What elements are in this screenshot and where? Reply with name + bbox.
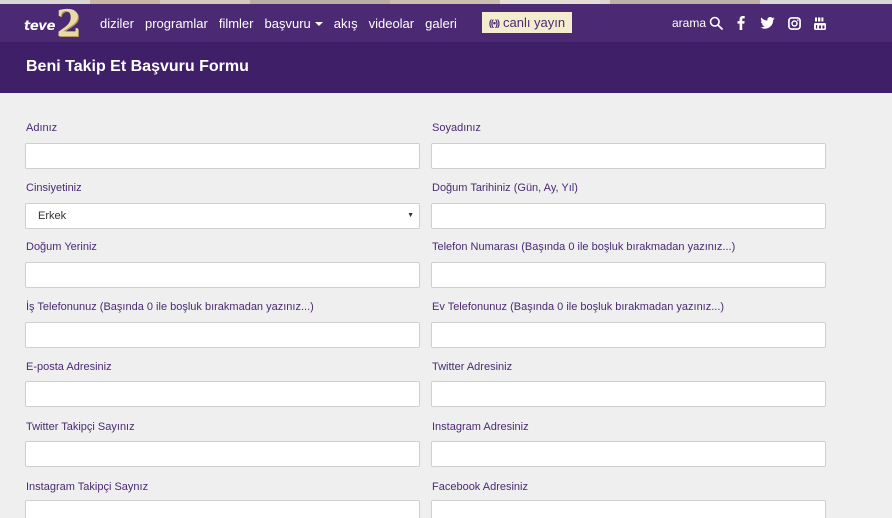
search-label: arama [672,16,707,30]
last-name-field[interactable] [431,143,826,169]
live-stream-label: canlı yayın [502,15,566,30]
instagram-icon [787,16,801,30]
logo-word: teve [24,19,56,34]
nav-item-videolar[interactable]: videolar [369,16,415,31]
last-name-label: Soyadınız [432,122,481,134]
search-link[interactable]: arama [672,4,723,42]
logo-number: 2 [56,3,82,45]
instagram-followers-label: Instagram Takipçi Saynız [26,481,149,493]
page-title: Beni Takip Et Başvuru Formu [26,58,249,75]
twitter-address-label: Twitter Adresiniz [432,361,513,373]
teve2-logo[interactable]: teve 2 [24,3,82,45]
home-phone-label: Ev Telefonunuz (Başında 0 ile boşluk bır… [432,301,725,313]
gender-label: Cinsiyetiniz [26,182,82,194]
nav-item-diziler[interactable]: diziler [100,16,134,31]
email-label: E-posta Adresiniz [26,361,112,373]
page-title-bar: Beni Takip Et Başvuru Formu [0,42,892,93]
twitter-followers-label: Twitter Takipçi Sayınız [26,421,135,433]
birth-place-field[interactable] [25,262,420,288]
gender-selected-value: Erkek [38,210,67,222]
instagram-link[interactable] [785,4,803,42]
broadcast-icon: ((•)) [488,17,500,28]
work-phone-field[interactable] [25,322,420,348]
chevron-down-icon [314,21,323,26]
gender-select[interactable]: Erkek ▼ [25,203,420,229]
twitter-address-field[interactable] [431,381,826,407]
twitter-followers-field[interactable] [25,441,420,467]
twitter-icon [759,17,775,29]
phone-field[interactable] [431,262,826,288]
first-name-label: Adınız [26,122,58,134]
birth-place-label: Doğum Yeriniz [26,241,97,253]
instagram-address-label: Instagram Adresiniz [432,421,529,433]
nav-item-galeri[interactable]: galeri [425,16,457,31]
nav-item-filmler[interactable]: filmler [219,16,254,31]
first-name-field[interactable] [25,143,420,169]
live-stream-button[interactable]: ((•)) canlı yayın [482,12,572,33]
twitter-link[interactable] [758,4,776,42]
nav-item-akis[interactable]: akış [334,16,358,31]
birth-date-field[interactable] [431,203,826,229]
email-field[interactable] [25,381,420,407]
home-phone-field[interactable] [431,322,826,348]
facebook-link[interactable] [732,4,750,42]
facebook-address-label: Facebook Adresiniz [432,481,528,493]
main-nav: diziler programlar filmler başvuru akış … [100,4,468,42]
facebook-icon [737,16,745,30]
youtube-icon [814,17,826,30]
youtube-link[interactable] [811,4,829,42]
nav-item-basvuru[interactable]: başvuru [265,16,323,31]
nav-item-programlar[interactable]: programlar [145,16,208,31]
top-navigation-bar: teve 2 diziler programlar filmler başvur… [0,4,892,42]
work-phone-label: İş Telefonunuz (Başında 0 ile boşluk bır… [26,301,314,313]
instagram-address-field[interactable] [431,441,826,467]
phone-label: Telefon Numarası (Başında 0 ile boşluk b… [432,241,736,253]
dropdown-arrow-icon: ▼ [407,212,414,219]
nav-item-basvuru-label: başvuru [264,15,311,31]
instagram-followers-field[interactable] [25,500,420,518]
birth-date-label: Doğum Tarihiniz (Gün, Ay, Yıl) [432,182,578,194]
facebook-address-field[interactable] [431,500,826,518]
search-icon [709,16,723,30]
